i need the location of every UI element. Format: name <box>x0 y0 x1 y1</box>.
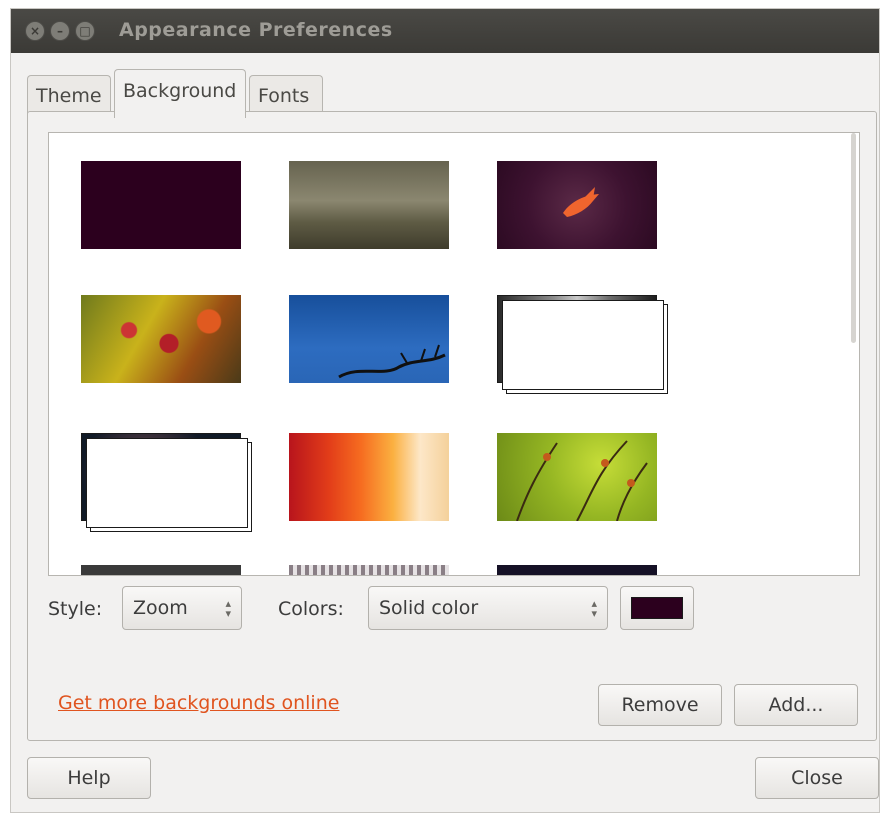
style-combo[interactable]: Zoom ▴ ▾ <box>122 586 242 630</box>
bird-icon <box>563 187 599 217</box>
help-button[interactable]: Help <box>27 757 151 799</box>
wallpaper-thumbnail[interactable] <box>289 565 449 575</box>
wallpaper-thumbnail[interactable] <box>289 295 449 383</box>
window-title: Appearance Preferences <box>119 19 393 41</box>
stems-icon <box>516 440 648 522</box>
close-button[interactable]: Close <box>755 757 879 799</box>
tab-background[interactable]: Background <box>114 69 246 118</box>
wallpaper-thumbnail[interactable] <box>81 565 241 575</box>
branch-icon <box>338 344 446 379</box>
color-swatch <box>631 597 683 619</box>
appearance-preferences-window: × – □ Appearance Preferences Theme Backg… <box>10 8 880 813</box>
wallpaper-thumbnail[interactable] <box>81 433 252 532</box>
gallery-scrollbar[interactable] <box>849 133 859 575</box>
window-minimize-button[interactable]: – <box>50 21 70 41</box>
maximize-icon: □ <box>79 24 91 38</box>
scrollbar-thumb[interactable] <box>851 133 856 343</box>
wallpaper-thumbnail[interactable] <box>497 295 668 394</box>
colors-value: Solid color <box>379 597 479 619</box>
minimize-icon: – <box>57 24 63 38</box>
titlebar: × – □ Appearance Preferences <box>11 9 879 53</box>
get-more-backgrounds-link[interactable]: Get more backgrounds online <box>58 692 339 714</box>
spinner-arrows-icon: ▴ ▾ <box>591 597 597 620</box>
spinner-arrows-icon: ▴ ▾ <box>225 597 231 620</box>
color-picker-button[interactable] <box>620 586 694 630</box>
wallpaper-thumbnail[interactable] <box>497 433 657 522</box>
wallpaper-thumbnail[interactable] <box>81 161 241 249</box>
add-button[interactable]: Add... <box>734 684 858 726</box>
wallpaper-thumbnail[interactable] <box>289 433 449 521</box>
colors-combo[interactable]: Solid color ▴ ▾ <box>368 586 608 630</box>
window-close-button[interactable]: × <box>25 21 45 41</box>
style-value: Zoom <box>133 597 188 619</box>
wallpaper-thumbnail[interactable] <box>289 161 449 249</box>
style-label: Style: <box>48 598 103 620</box>
wallpaper-thumbnail[interactable] <box>497 161 657 249</box>
remove-button[interactable]: Remove <box>598 684 722 726</box>
window-maximize-button[interactable]: □ <box>75 21 95 41</box>
close-icon: × <box>29 24 41 38</box>
wallpaper-thumbnail[interactable] <box>497 565 657 575</box>
colors-label: Colors: <box>278 598 344 620</box>
wallpaper-thumbnail[interactable] <box>81 295 241 383</box>
background-tab-panel: Style: Zoom ▴ ▾ Colors: Solid color ▴ ▾ Ge… <box>27 111 877 741</box>
wallpaper-gallery <box>48 132 860 576</box>
